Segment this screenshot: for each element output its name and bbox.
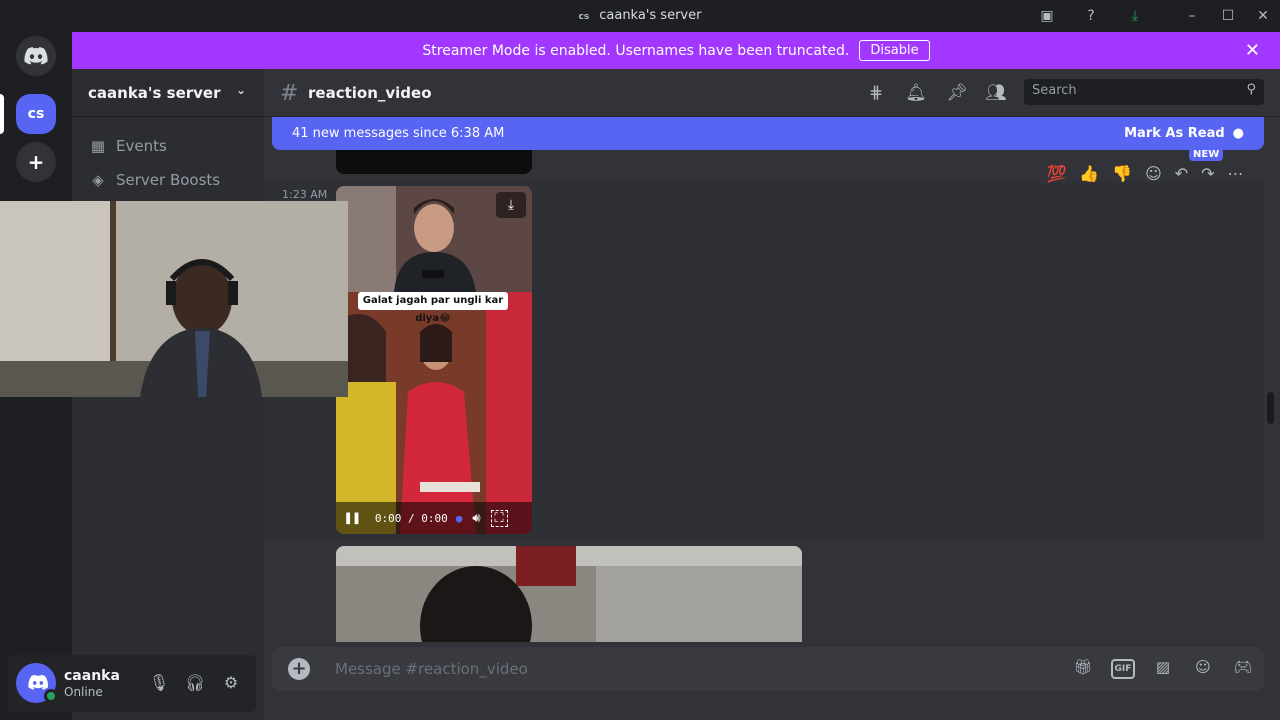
server-icon-cs[interactable]: cs [16, 94, 56, 134]
microphone-icon[interactable]: 🎙︎ [148, 673, 170, 695]
download-icon[interactable]: ⤓ [1125, 6, 1145, 26]
active-server-indicator [0, 94, 4, 134]
mark-read-icon: ● [1232, 126, 1244, 141]
emoji-icon[interactable]: ☺ [1191, 658, 1215, 680]
close-icon[interactable]: ✕ [1245, 40, 1260, 61]
streamer-mode-text: Streamer Mode is enabled. Usernames have… [422, 42, 850, 59]
headphones-icon[interactable]: 🎧︎ [184, 673, 206, 695]
volume-icon[interactable]: 🔊︎ [472, 511, 480, 526]
boost-icon: ◈ [92, 171, 104, 189]
message-composer[interactable]: + Message #reaction_video 🎁︎ GIF ▨ ☺ 🎮︎ [272, 647, 1264, 691]
mark-as-read-button[interactable]: Mark As Read [1124, 126, 1225, 141]
gif-icon[interactable]: GIF [1111, 659, 1135, 679]
pinned-messages-icon[interactable]: 📌︎ [945, 83, 969, 107]
online-status-dot [44, 689, 58, 703]
fullscreen-icon[interactable]: ⛶ [490, 509, 508, 527]
notification-bell-icon[interactable]: 🔔︎ [904, 83, 928, 107]
server-name: caanka's server [88, 84, 221, 102]
video-attachment-2[interactable] [336, 546, 802, 642]
sticker-icon[interactable]: ▨ [1151, 658, 1175, 680]
previous-video-attachment[interactable] [336, 150, 532, 174]
sidebar-item-label: Events [116, 137, 167, 155]
window-title-text: caanka's server [599, 8, 702, 23]
minimize-button[interactable]: – [1182, 6, 1202, 26]
disable-button[interactable]: Disable [859, 40, 930, 61]
threads-icon[interactable]: ⋕ [864, 83, 888, 107]
message-actions-toolbar: 💯 👍 👎 ☺ ↶ ↷ ⋯ [1040, 158, 1250, 188]
user-status: Online [64, 685, 103, 699]
video-attachment[interactable]: Galat jagah par ungli kar diya😂 ⤓ ❚❚ 0:0… [336, 186, 532, 534]
search-icon: ⚲ [1246, 82, 1256, 97]
webcam-feed-image [0, 201, 348, 397]
server-header[interactable]: caanka's server ⌄ [72, 69, 264, 117]
help-icon[interactable]: ? [1081, 6, 1101, 26]
new-messages-text: 41 new messages since 6:38 AM [292, 126, 505, 141]
reaction-thumbs-up[interactable]: 👍 [1079, 164, 1099, 183]
upload-plus-icon[interactable]: + [288, 658, 310, 680]
pause-icon[interactable]: ❚❚ [344, 510, 361, 526]
more-options-icon[interactable]: ⋯ [1227, 164, 1243, 183]
search-placeholder: Search [1032, 83, 1077, 98]
forward-icon[interactable]: ↷ [1201, 164, 1214, 183]
wedding-scene-image [336, 292, 532, 534]
discord-home-button[interactable] [16, 36, 56, 76]
chat-scrollbar[interactable] [1267, 392, 1274, 424]
webcam-overlay [0, 201, 348, 397]
discord-logo-icon [24, 47, 48, 65]
maximize-button[interactable]: ☐ [1218, 6, 1238, 26]
screen-share-icon[interactable]: ▣ [1037, 6, 1057, 26]
video-caption-overlay: Galat jagah par ungli kar diya😂 [358, 292, 508, 324]
reply-icon[interactable]: ↶ [1175, 164, 1188, 183]
progress-dot[interactable]: ● [456, 512, 463, 525]
message-timestamp: 1:23 AM [282, 188, 328, 201]
add-reaction-icon[interactable]: ☺ [1145, 164, 1162, 183]
message-input[interactable]: Message #reaction_video [335, 660, 528, 678]
video-frame-bottom [336, 292, 532, 534]
channel-name: reaction_video [308, 84, 432, 102]
title-bar: cs caanka's server ▣ ? ⤓ – ☐ ✕ [0, 0, 1280, 32]
add-server-icon[interactable]: + [16, 142, 56, 182]
text-channel-icon: # [280, 81, 299, 106]
download-icon[interactable]: ⤓ [496, 192, 526, 218]
member-list-icon[interactable]: 👥︎ [984, 83, 1008, 107]
reaction-100[interactable]: 💯 [1046, 164, 1066, 183]
chevron-down-icon: ⌄ [235, 83, 246, 97]
gift-icon[interactable]: 🎁︎ [1071, 658, 1095, 680]
search-input[interactable]: Search ⚲ [1024, 79, 1264, 105]
video-controls: ❚❚ 0:00 / 0:00 ● 🔊︎ ⛶ [336, 502, 532, 534]
user-panel: caanka Online 🎙︎ 🎧︎ ⚙ [8, 655, 256, 712]
video-time: 0:00 / 0:00 [374, 511, 448, 525]
sidebar-item-events[interactable]: ▦ Events [88, 132, 167, 160]
new-messages-bar[interactable]: 41 new messages since 6:38 AM Mark As Re… [272, 117, 1264, 150]
reaction-thumbs-down[interactable]: 👎 [1112, 164, 1132, 183]
channel-header: # reaction_video ⋕ 🔔︎ 📌︎ 👥︎ Search ⚲ [264, 69, 1280, 117]
server-badge: cs [578, 12, 590, 22]
close-window-button[interactable]: ✕ [1253, 6, 1273, 26]
streamer-mode-banner: Streamer Mode is enabled. Usernames have… [72, 32, 1280, 69]
new-badge: NEW [1189, 148, 1224, 161]
username: caanka [64, 668, 120, 684]
video-thumbnail-image [336, 546, 802, 642]
sidebar-item-label: Server Boosts [116, 171, 221, 189]
game-controller-icon[interactable]: 🎮︎ [1231, 658, 1255, 680]
settings-gear-icon[interactable]: ⚙ [220, 673, 242, 695]
sidebar-item-server-boosts[interactable]: ◈ Server Boosts [88, 166, 220, 194]
calendar-icon: ▦ [90, 137, 106, 155]
